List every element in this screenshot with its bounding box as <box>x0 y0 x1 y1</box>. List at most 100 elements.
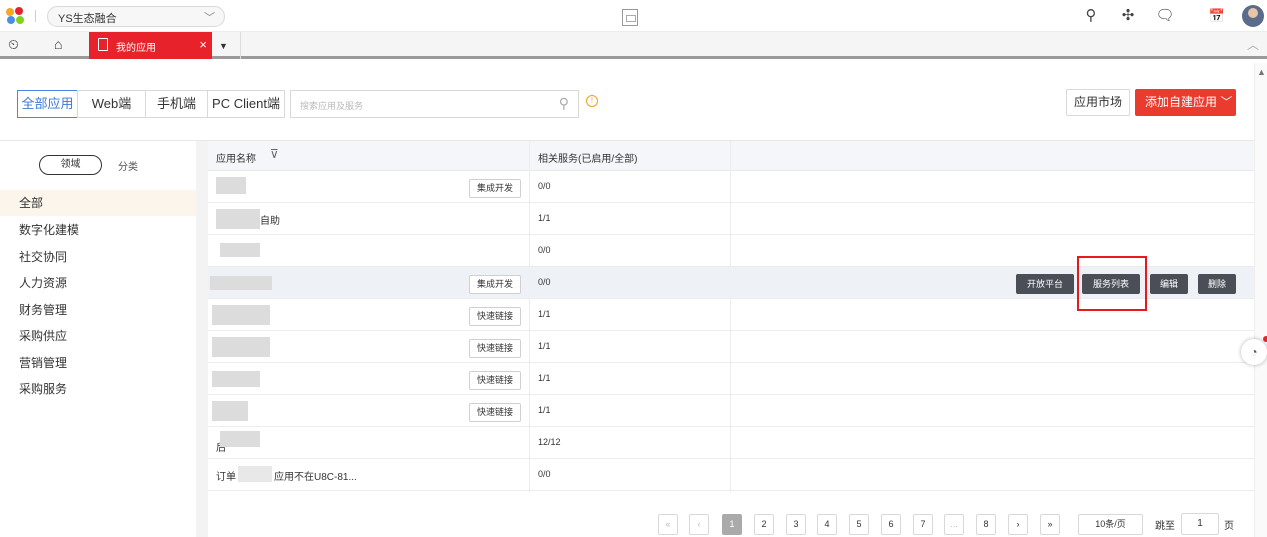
add-custom-app-button[interactable]: 添加自建应用 ﹀ <box>1135 89 1236 116</box>
tenant-name: YS生态融合 <box>58 13 117 25</box>
page-1[interactable]: 1 <box>722 514 742 535</box>
service-count: 0/0 <box>538 181 551 191</box>
tab-label: 我的应用 <box>116 43 156 54</box>
tag-quick-link[interactable]: 快速链接 <box>469 403 521 422</box>
table-row[interactable]: 快速链接 1/1 <box>208 395 1254 427</box>
page-3[interactable]: 3 <box>786 514 806 535</box>
next-page-button[interactable]: › <box>1008 514 1028 535</box>
highlight-box <box>1077 256 1147 311</box>
service-count: 0/0 <box>538 469 551 479</box>
app-table: 应用名称 ⊽ 相关服务(已启用/全部) 集成开发 0/0 自助 1/1 0/0 … <box>208 141 1254 493</box>
tag-quick-link[interactable]: 快速链接 <box>469 339 521 358</box>
table-row[interactable]: 快速链接 1/1 <box>208 331 1254 363</box>
redacted-name <box>220 431 260 447</box>
page-size-select[interactable]: 10条/页 <box>1078 514 1143 535</box>
sidebar-item-hr[interactable]: 人力资源 <box>0 270 196 296</box>
assistant-float-icon[interactable]: ◔ <box>1241 336 1267 365</box>
page-scrollbar[interactable]: ▲ <box>1254 63 1267 537</box>
search-input[interactable]: 搜索应用及服务 ⚲ <box>290 90 579 118</box>
app-market-button[interactable]: 应用市场 <box>1066 89 1130 116</box>
service-count: 0/0 <box>538 277 551 287</box>
last-page-button[interactable]: » <box>1040 514 1060 535</box>
redacted-name <box>212 337 270 357</box>
segment-pc-client[interactable]: PC Client端 <box>207 90 285 118</box>
first-page-button[interactable]: « <box>658 514 678 535</box>
page-5[interactable]: 5 <box>849 514 869 535</box>
service-count: 1/1 <box>538 341 551 351</box>
tab-bar: ⏲ ⌂ 我的应用 × ▼ ︿ <box>0 32 1267 59</box>
page-ellipsis[interactable]: ... <box>944 514 964 535</box>
home-icon[interactable]: ⌂ <box>54 36 62 52</box>
caret-down-icon[interactable]: ▼ <box>219 41 228 51</box>
service-count: 1/1 <box>538 373 551 383</box>
search-icon[interactable]: ⚲ <box>559 95 569 112</box>
redacted-name <box>212 371 260 387</box>
delete-button[interactable]: 删除 <box>1198 274 1236 294</box>
sidebar-item-marketing[interactable]: 营销管理 <box>0 350 196 376</box>
table-header: 应用名称 ⊽ 相关服务(已启用/全部) <box>208 141 1254 171</box>
info-icon[interactable]: ! <box>586 95 598 107</box>
sidebar-item-collab[interactable]: 社交协同 <box>0 244 196 270</box>
segment-all-apps[interactable]: 全部应用 <box>17 90 78 118</box>
apps-icon[interactable]: ✣ <box>1118 6 1138 26</box>
app-name: 自助 <box>260 216 280 227</box>
redacted-name <box>216 177 246 194</box>
avatar[interactable] <box>1242 5 1264 27</box>
table-row[interactable]: 订单 应用不在U8C-81... 0/0 <box>208 459 1254 491</box>
divider <box>196 141 208 537</box>
table-row[interactable]: 快速链接 1/1 <box>208 363 1254 395</box>
segment-mobile[interactable]: 手机端 <box>145 90 208 118</box>
tag-quick-link[interactable]: 快速链接 <box>469 371 521 390</box>
collapse-icon[interactable]: ︿ <box>1247 36 1259 53</box>
col-app-name: 应用名称 <box>216 154 256 165</box>
table-row[interactable]: 自助 1/1 <box>208 203 1254 235</box>
service-count: 1/1 <box>538 309 551 319</box>
page-7[interactable]: 7 <box>913 514 933 535</box>
prev-page-button[interactable]: ‹ <box>689 514 709 535</box>
add-app-label: 添加自建应用 <box>1145 95 1218 109</box>
sidebar-item-finance[interactable]: 财务管理 <box>0 297 196 323</box>
tag-integration[interactable]: 集成开发 <box>469 275 521 294</box>
notification-dot <box>1263 336 1267 342</box>
sidebar-item-purchase-service[interactable]: 采购服务 <box>0 376 196 402</box>
redacted-name <box>238 466 272 482</box>
table-row[interactable]: 后 12/12 <box>208 427 1254 459</box>
search-icon[interactable]: ⚲ <box>1081 6 1101 26</box>
sidebar-item-all[interactable]: 全部 <box>0 190 196 216</box>
open-platform-button[interactable]: 开放平台 <box>1016 274 1074 294</box>
toggle-domain[interactable]: 领域 <box>39 155 102 175</box>
page-4[interactable]: 4 <box>817 514 837 535</box>
app-logo-icon[interactable] <box>5 7 27 25</box>
page-2[interactable]: 2 <box>754 514 774 535</box>
toggle-category[interactable]: 分类 <box>118 158 138 173</box>
document-icon[interactable] <box>622 9 638 26</box>
edit-button[interactable]: 编辑 <box>1150 274 1188 294</box>
segment-web[interactable]: Web端 <box>77 90 146 118</box>
message-icon[interactable]: 🗨 <box>1155 6 1175 26</box>
top-bar: YS生态融合 ﹀ ⚲ ✣ 🗨 📅 <box>0 0 1267 32</box>
sidebar-item-modeling[interactable]: 数字化建模 <box>0 217 196 243</box>
tenant-selector[interactable]: YS生态融合 ﹀ <box>47 6 225 27</box>
page-6[interactable]: 6 <box>881 514 901 535</box>
service-count: 0/0 <box>538 245 551 255</box>
app-name-tail: 应用不在U8C-81... <box>274 472 357 483</box>
service-count: 1/1 <box>538 213 551 223</box>
tag-integration[interactable]: 集成开发 <box>469 179 521 198</box>
page-label: 页 <box>1224 521 1234 532</box>
tag-quick-link[interactable]: 快速链接 <box>469 307 521 326</box>
page-8[interactable]: 8 <box>976 514 996 535</box>
sidebar-item-purchase-supply[interactable]: 采购供应 <box>0 323 196 349</box>
sidebar: 领域 分类 全部 数字化建模 社交协同 人力资源 财务管理 采购供应 营销管理 … <box>0 141 196 537</box>
filter-icon[interactable]: ⊽ <box>270 147 279 161</box>
tab-my-apps[interactable]: 我的应用 × <box>89 32 212 59</box>
jump-input[interactable]: 1 <box>1181 513 1219 535</box>
scroll-up-icon[interactable]: ▲ <box>1257 67 1266 77</box>
close-icon[interactable]: × <box>199 37 207 52</box>
redacted-name <box>212 401 248 421</box>
service-count: 1/1 <box>538 405 551 415</box>
table-row[interactable]: 集成开发 0/0 <box>208 171 1254 203</box>
calendar-icon[interactable]: 📅 <box>1207 6 1227 26</box>
history-icon[interactable]: ⏲ <box>8 36 19 53</box>
chevron-down-icon: ﹀ <box>204 12 215 24</box>
search-placeholder: 搜索应用及服务 <box>300 101 364 111</box>
